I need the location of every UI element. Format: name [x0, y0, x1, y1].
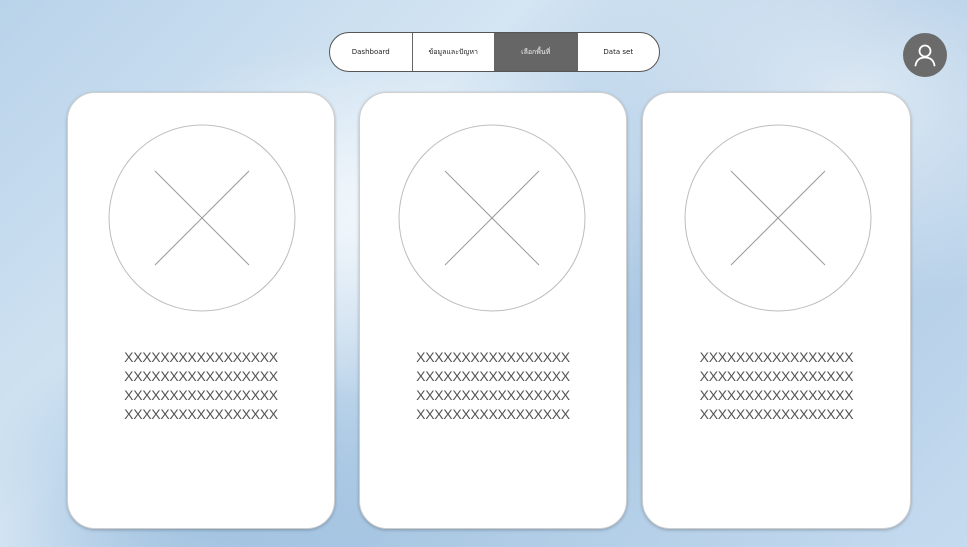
card-text-line: XXXXXXXXXXXXXXXXX	[699, 368, 854, 384]
card-description: XXXXXXXXXXXXXXXXX XXXXXXXXXXXXXXXXX XXXX…	[643, 348, 910, 424]
card-description: XXXXXXXXXXXXXXXXX XXXXXXXXXXXXXXXXX XXXX…	[68, 348, 334, 424]
card-text-line: XXXXXXXXXXXXXXXXX	[416, 406, 570, 422]
card-1[interactable]: XXXXXXXXXXXXXXXXX XXXXXXXXXXXXXXXXX XXXX…	[67, 92, 335, 529]
image-placeholder-icon	[108, 124, 296, 312]
card-3[interactable]: XXXXXXXXXXXXXXXXX XXXXXXXXXXXXXXXXX XXXX…	[642, 92, 911, 529]
card-2[interactable]: XXXXXXXXXXXXXXXXX XXXXXXXXXXXXXXXXX XXXX…	[359, 92, 627, 529]
top-nav: Dashboard ข้อมูลและปัญหา เลือกพื้นที่ Da…	[329, 32, 660, 72]
user-avatar-button[interactable]	[903, 33, 947, 77]
card-text-line: XXXXXXXXXXXXXXXXX	[124, 368, 278, 384]
user-icon	[914, 44, 936, 67]
tab-select-area[interactable]: เลือกพื้นที่	[495, 33, 578, 71]
image-placeholder-icon	[398, 124, 586, 312]
tab-data-and-problems[interactable]: ข้อมูลและปัญหา	[413, 33, 495, 71]
image-placeholder-icon	[684, 124, 872, 312]
card-text-line: XXXXXXXXXXXXXXXXX	[699, 349, 854, 365]
tab-data-set[interactable]: Data set	[578, 33, 660, 71]
tab-dashboard[interactable]: Dashboard	[330, 33, 413, 71]
card-text-line: XXXXXXXXXXXXXXXXX	[124, 406, 278, 422]
card-text-line: XXXXXXXXXXXXXXXXX	[699, 387, 854, 403]
card-text-line: XXXXXXXXXXXXXXXXX	[416, 368, 570, 384]
card-text-line: XXXXXXXXXXXXXXXXX	[124, 349, 278, 365]
card-description: XXXXXXXXXXXXXXXXX XXXXXXXXXXXXXXXXX XXXX…	[360, 348, 626, 424]
card-text-line: XXXXXXXXXXXXXXXXX	[699, 406, 854, 422]
card-text-line: XXXXXXXXXXXXXXXXX	[124, 387, 278, 403]
card-text-line: XXXXXXXXXXXXXXXXX	[416, 349, 570, 365]
card-text-line: XXXXXXXXXXXXXXXXX	[416, 387, 570, 403]
